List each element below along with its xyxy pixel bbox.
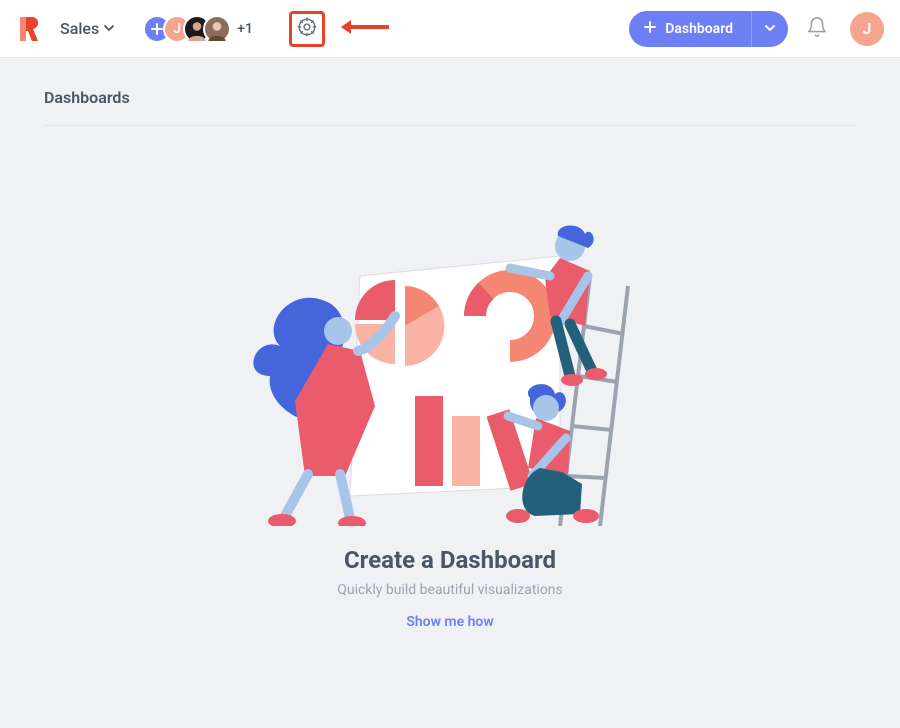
show-me-how-link[interactable]: Show me how bbox=[406, 614, 493, 630]
chevron-down-icon bbox=[764, 19, 776, 38]
settings-button[interactable] bbox=[289, 11, 325, 47]
notifications-button[interactable] bbox=[806, 16, 828, 42]
new-dashboard-button[interactable]: Dashboard bbox=[629, 11, 752, 47]
workspace-name: Sales bbox=[60, 19, 99, 38]
top-navigation-bar: Sales J +1 bbox=[0, 0, 900, 58]
empty-state: Create a Dashboard Quickly build beautif… bbox=[44, 216, 856, 630]
new-dashboard-label: Dashboard bbox=[665, 21, 733, 37]
bell-icon bbox=[806, 23, 828, 42]
empty-state-illustration bbox=[250, 216, 650, 526]
app-logo[interactable] bbox=[16, 15, 40, 43]
empty-state-subtitle: Quickly build beautiful visualizations bbox=[337, 582, 563, 598]
workspace-selector[interactable]: Sales bbox=[60, 19, 115, 38]
plus-icon bbox=[643, 20, 657, 38]
new-dashboard-dropdown[interactable] bbox=[752, 11, 788, 47]
avatar-overflow-count[interactable]: +1 bbox=[237, 21, 253, 37]
section-title: Dashboards bbox=[44, 88, 856, 126]
user-menu-avatar[interactable]: J bbox=[850, 12, 884, 46]
chevron-down-icon bbox=[103, 19, 115, 38]
gear-icon bbox=[296, 16, 318, 42]
empty-state-title: Create a Dashboard bbox=[344, 546, 556, 574]
member-avatar[interactable] bbox=[203, 15, 231, 43]
annotation-arrow-icon bbox=[339, 18, 391, 40]
main-content: Dashboards bbox=[0, 58, 900, 660]
new-dashboard-button-group: Dashboard bbox=[629, 11, 788, 47]
member-avatar-stack[interactable]: J +1 bbox=[143, 15, 253, 43]
